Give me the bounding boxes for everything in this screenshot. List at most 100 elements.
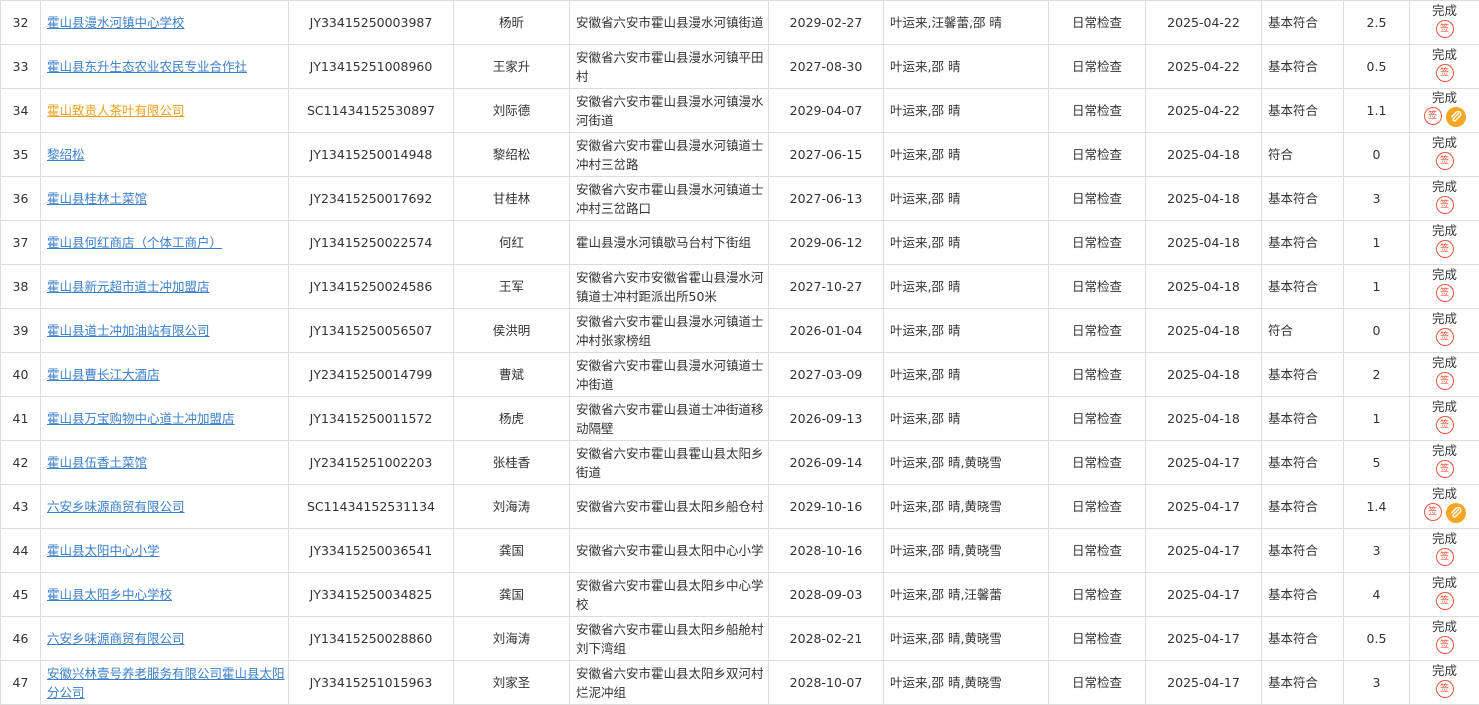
- inspection-date: 2025-04-17: [1145, 484, 1262, 529]
- inspection-type: 日常检查: [1048, 396, 1146, 441]
- company-link[interactable]: 六安乡味源商贸有限公司: [47, 499, 185, 514]
- table-row: 32 霍山县漫水河镇中心学校 JY33415250003987 杨昕 安徽省六安市霍山县…: [0, 0, 1479, 45]
- inspection-type: 日常检查: [1048, 440, 1146, 485]
- company-link[interactable]: 霍山县漫水河镇中心学校: [47, 15, 185, 30]
- license-number: JY13415250014948: [288, 132, 454, 177]
- license-number: SC11434152530897: [288, 88, 454, 133]
- company-link[interactable]: 霍山县桂林土菜馆: [47, 191, 147, 206]
- inspection-type: 日常检查: [1048, 616, 1146, 661]
- address: 安徽省六安市霍山县漫水河镇漫水河街道: [569, 88, 769, 133]
- sign-seal-icon[interactable]: 签: [1435, 152, 1454, 170]
- address: 安徽省六安市霍山县太阳中心小学: [569, 528, 769, 573]
- legal-person: 刘海涛: [453, 484, 570, 529]
- row-actions: 签: [1411, 240, 1479, 258]
- license-expiry: 2026-09-13: [768, 396, 884, 441]
- company-link[interactable]: 霍山县伍香土菜馆: [47, 455, 147, 470]
- company-link[interactable]: 霍山县东升生态农业农民专业合作社: [47, 59, 247, 74]
- sign-seal-icon[interactable]: 签: [1435, 460, 1454, 478]
- inspection-type: 日常检查: [1048, 176, 1146, 221]
- company-cell: 霍山致贵人茶叶有限公司: [40, 88, 289, 133]
- company-cell: 霍山县桂林土菜馆: [40, 176, 289, 221]
- row-number: 41: [0, 396, 41, 441]
- sign-seal-icon[interactable]: 签: [1423, 503, 1442, 521]
- inspectors: 叶运来,邵 晴: [883, 88, 1049, 133]
- address: 安徽省六安市霍山县漫水河镇平田村: [569, 44, 769, 89]
- sign-seal-icon[interactable]: 签: [1435, 240, 1454, 258]
- score: 1: [1343, 396, 1410, 441]
- inspectors: 叶运来,邵 晴,黄晓雪: [883, 440, 1049, 485]
- status-cell: 完成签: [1409, 528, 1479, 573]
- license-number: JY23415251002203: [288, 440, 454, 485]
- legal-person: 黎绍松: [453, 132, 570, 177]
- company-link[interactable]: 霍山县曹长江大酒店: [47, 367, 160, 382]
- address: 霍山县漫水河镇歇马台村下街组: [569, 220, 769, 265]
- sign-seal-icon[interactable]: 签: [1435, 680, 1454, 698]
- inspection-type: 日常检查: [1048, 660, 1146, 705]
- inspection-date: 2025-04-17: [1145, 616, 1262, 661]
- sign-seal-icon[interactable]: 签: [1435, 20, 1454, 38]
- status-cell: 完成签: [1409, 0, 1479, 45]
- sign-seal-icon[interactable]: 签: [1435, 196, 1454, 214]
- row-actions: 签: [1411, 64, 1479, 82]
- inspection-date: 2025-04-22: [1145, 44, 1262, 89]
- sign-seal-icon[interactable]: 签: [1435, 372, 1454, 390]
- sign-seal-icon[interactable]: 签: [1435, 548, 1454, 566]
- sign-seal-icon[interactable]: 签: [1423, 107, 1442, 125]
- status-cell: 完成签: [1409, 440, 1479, 485]
- inspectors: 叶运来,邵 晴: [883, 132, 1049, 177]
- row-number: 36: [0, 176, 41, 221]
- inspectors: 叶运来,邵 晴: [883, 264, 1049, 309]
- address: 安徽省六安市霍山县太阳乡中心学校: [569, 572, 769, 617]
- address: 安徽省六安市霍山县漫水河镇街道: [569, 0, 769, 45]
- inspection-type: 日常检查: [1048, 572, 1146, 617]
- license-expiry: 2028-09-03: [768, 572, 884, 617]
- license-number: JY13415250011572: [288, 396, 454, 441]
- legal-person: 曹斌: [453, 352, 570, 397]
- address: 安徽省六安市霍山县霍山县太阳乡街道: [569, 440, 769, 485]
- row-number: 43: [0, 484, 41, 529]
- paperclip-icon[interactable]: [1445, 107, 1466, 127]
- table-row: 36 霍山县桂林土菜馆 JY23415250017692 甘桂林 安徽省六安市霍山县漫水…: [0, 176, 1479, 221]
- license-number: JY33415250036541: [288, 528, 454, 573]
- row-number: 45: [0, 572, 41, 617]
- company-link[interactable]: 霍山致贵人茶叶有限公司: [47, 103, 185, 118]
- row-actions: 签: [1411, 196, 1479, 214]
- sign-seal-icon[interactable]: 签: [1435, 636, 1454, 654]
- sign-seal-icon[interactable]: 签: [1435, 64, 1454, 82]
- row-actions: 签: [1411, 284, 1479, 302]
- inspection-result: 基本符合: [1261, 0, 1344, 45]
- license-expiry: 2027-10-27: [768, 264, 884, 309]
- score: 3: [1343, 660, 1410, 705]
- score: 0: [1343, 308, 1410, 353]
- sign-seal-icon[interactable]: 签: [1435, 592, 1454, 610]
- company-link[interactable]: 霍山县万宝购物中心道士冲加盟店: [47, 411, 235, 426]
- license-number: JY23415250017692: [288, 176, 454, 221]
- status-cell: 完成签: [1409, 396, 1479, 441]
- address: 安徽省六安市霍山县太阳乡船舱村刘下湾组: [569, 616, 769, 661]
- sign-seal-icon[interactable]: 签: [1435, 416, 1454, 434]
- license-expiry: 2027-06-13: [768, 176, 884, 221]
- score: 3: [1343, 176, 1410, 221]
- sign-seal-icon[interactable]: 签: [1435, 284, 1454, 302]
- legal-person: 龚国: [453, 572, 570, 617]
- inspection-date: 2025-04-22: [1145, 88, 1262, 133]
- company-cell: 霍山县曹长江大酒店: [40, 352, 289, 397]
- row-actions: 签: [1411, 503, 1479, 523]
- company-link[interactable]: 安徽兴林壹号养老服务有限公司霍山县太阳分公司: [47, 666, 285, 700]
- company-cell: 霍山县伍香土菜馆: [40, 440, 289, 485]
- row-actions: 签: [1411, 152, 1479, 170]
- company-link[interactable]: 黎绍松: [47, 147, 85, 162]
- license-expiry: 2029-04-07: [768, 88, 884, 133]
- status-text: 完成: [1431, 575, 1457, 590]
- license-number: SC11434152531134: [288, 484, 454, 529]
- paperclip-icon[interactable]: [1445, 503, 1466, 523]
- company-link[interactable]: 霍山县太阳乡中心学校: [47, 587, 172, 602]
- inspection-type: 日常检查: [1048, 44, 1146, 89]
- company-link[interactable]: 霍山县新元超市道士冲加盟店: [47, 279, 210, 294]
- company-link[interactable]: 六安乡味源商贸有限公司: [47, 631, 185, 646]
- company-link[interactable]: 霍山县太阳中心小学: [47, 543, 160, 558]
- inspection-result: 基本符合: [1261, 440, 1344, 485]
- company-link[interactable]: 霍山县何红商店（个体工商户）: [47, 235, 222, 250]
- company-link[interactable]: 霍山县道士冲加油站有限公司: [47, 323, 210, 338]
- sign-seal-icon[interactable]: 签: [1435, 328, 1454, 346]
